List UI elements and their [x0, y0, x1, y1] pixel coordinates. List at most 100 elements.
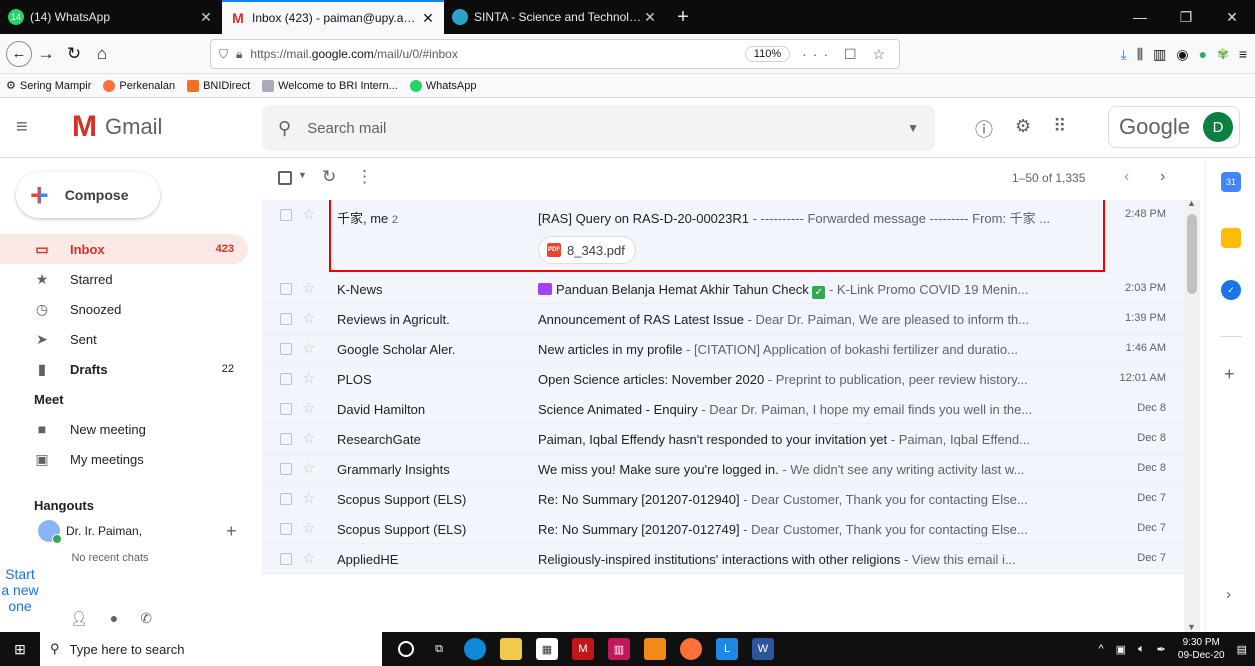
- next-page-icon[interactable]: ›: [1160, 168, 1165, 186]
- taskbar-search[interactable]: ⚲ Type here to search: [40, 632, 382, 666]
- notifications-icon[interactable]: ▤: [1237, 643, 1247, 656]
- menu-icon[interactable]: ≡: [1239, 46, 1247, 62]
- star-icon[interactable]: ☆: [302, 429, 315, 447]
- close-tab-icon[interactable]: ✕: [642, 9, 658, 26]
- person-icon[interactable]: 👤︎: [70, 610, 88, 627]
- sidebar-item-drafts[interactable]: ▮ Drafts 22: [0, 354, 248, 384]
- search-icon[interactable]: ⚲: [278, 118, 291, 139]
- star-icon[interactable]: ☆: [302, 519, 315, 537]
- email-row[interactable]: ☆ 千家, me 2 [RAS] Query on RAS-D-20-00023…: [262, 200, 1184, 274]
- keep-app-icon[interactable]: [1221, 228, 1241, 248]
- add-chat-icon[interactable]: +: [226, 521, 237, 542]
- email-row[interactable]: ☆ Scopus Support (ELS) Re: No Summary [2…: [262, 514, 1184, 544]
- select-all-checkbox[interactable]: [278, 171, 292, 185]
- mcafee-icon[interactable]: M: [572, 638, 594, 660]
- more-options-icon[interactable]: ⋮: [356, 167, 373, 187]
- library-icon[interactable]: ⫼: [1137, 46, 1143, 63]
- page-actions-icons[interactable]: ··· ☐ ☆: [802, 46, 891, 63]
- search-input[interactable]: [307, 119, 908, 137]
- star-icon[interactable]: ☆: [302, 309, 315, 327]
- star-icon[interactable]: ☆: [302, 205, 315, 223]
- restore-icon[interactable]: ❐: [1163, 0, 1209, 34]
- scroll-up-icon[interactable]: ▲: [1187, 198, 1196, 208]
- sidebar-item-inbox[interactable]: ▭ Inbox 423: [0, 234, 248, 264]
- add-addon-icon[interactable]: +: [1224, 364, 1235, 385]
- start-new-chat-link[interactable]: Start a new one: [0, 566, 40, 614]
- bookmark-item[interactable]: WhatsApp: [409, 79, 477, 92]
- extension-icon[interactable]: ✾: [1217, 46, 1229, 63]
- url-bar[interactable]: ⛉ 🔒︎ https://mail.google.com/mail/u/0/#i…: [210, 39, 900, 69]
- sidebar-item-snoozed[interactable]: ◷ Snoozed: [0, 294, 248, 324]
- bookmark-item[interactable]: ⚙ Sering Mampir: [6, 79, 91, 93]
- row-checkbox[interactable]: [280, 343, 292, 355]
- app-icon[interactable]: ▥: [608, 638, 630, 660]
- scrollbar-thumb[interactable]: [1187, 214, 1197, 294]
- select-dropdown-icon[interactable]: ▼: [298, 170, 307, 180]
- close-tab-icon[interactable]: ✕: [420, 10, 436, 27]
- tab-sinta[interactable]: SINTA - Science and Technology ✕: [444, 0, 666, 34]
- chat-bubble-icon[interactable]: ●: [110, 610, 118, 627]
- email-row[interactable]: ☆ AppliedHE Religiously-inspired institu…: [262, 544, 1184, 574]
- zoom-level-badge[interactable]: 110%: [744, 46, 791, 62]
- compose-button[interactable]: + Compose: [16, 172, 160, 218]
- windows-start-icon[interactable]: ⊞: [0, 632, 40, 666]
- row-checkbox[interactable]: [280, 209, 292, 221]
- row-checkbox[interactable]: [280, 493, 292, 505]
- minimize-icon[interactable]: —: [1117, 0, 1163, 34]
- row-checkbox[interactable]: [280, 433, 292, 445]
- task-view-icon[interactable]: ⧉: [428, 638, 450, 660]
- search-options-dropdown-icon[interactable]: ▼: [907, 121, 919, 135]
- star-icon[interactable]: ☆: [302, 339, 315, 357]
- email-row[interactable]: ☆ Google Scholar Aler. New articles in m…: [262, 334, 1184, 364]
- cortana-icon[interactable]: [398, 641, 414, 657]
- row-checkbox[interactable]: [280, 313, 292, 325]
- tasks-app-icon[interactable]: ✓: [1221, 280, 1241, 300]
- email-row[interactable]: ☆ David Hamilton Science Animated - Enqu…: [262, 394, 1184, 424]
- settings-gear-icon[interactable]: ⚙: [1015, 116, 1031, 142]
- home-icon[interactable]: ⌂: [88, 40, 116, 68]
- star-icon[interactable]: ☆: [302, 549, 315, 567]
- volume-icon[interactable]: 🔈︎: [1138, 643, 1145, 656]
- attachment-chip[interactable]: PDF 8_343.pdf: [538, 236, 636, 264]
- email-row[interactable]: ☆ Scopus Support (ELS) Re: No Summary [2…: [262, 484, 1184, 514]
- download-icon[interactable]: ⤓: [1121, 46, 1127, 63]
- bookmark-item[interactable]: Welcome to BRI Intern...: [262, 79, 398, 92]
- back-arrow-icon[interactable]: ←: [6, 40, 32, 67]
- phone-icon[interactable]: ✆: [140, 610, 152, 627]
- new-tab-button[interactable]: +: [666, 0, 700, 34]
- close-tab-icon[interactable]: ✕: [198, 9, 214, 26]
- app-icon[interactable]: [644, 638, 666, 660]
- taskbar-clock[interactable]: 9:30 PM 09-Dec-20: [1178, 636, 1225, 662]
- bookmark-item[interactable]: BNIDirect: [187, 79, 250, 92]
- url-text[interactable]: https://mail.google.com/mail/u/0/#inbox: [250, 47, 744, 61]
- sidebar-item-starred[interactable]: ★ Starred: [0, 264, 248, 294]
- reload-icon[interactable]: ↻: [60, 40, 88, 68]
- avatar[interactable]: D: [1203, 112, 1233, 142]
- hangouts-user[interactable]: Dr. Ir. Paiman, +: [0, 518, 256, 544]
- star-icon[interactable]: ☆: [302, 369, 315, 387]
- row-checkbox[interactable]: [280, 403, 292, 415]
- bookmark-item[interactable]: Perkenalan: [103, 79, 175, 92]
- tab-whatsapp[interactable]: 14 (14) WhatsApp ✕: [0, 0, 222, 34]
- firefox-icon[interactable]: [680, 638, 702, 660]
- edge-icon[interactable]: [464, 638, 486, 660]
- sidebar-item-my-meetings[interactable]: ▣ My meetings: [0, 444, 248, 474]
- close-window-icon[interactable]: ✕: [1209, 0, 1255, 34]
- star-icon[interactable]: ☆: [302, 459, 315, 477]
- shield-icon[interactable]: ⛉: [219, 47, 228, 62]
- row-checkbox[interactable]: [280, 463, 292, 475]
- row-checkbox[interactable]: [280, 283, 292, 295]
- app-icon[interactable]: L: [716, 638, 738, 660]
- email-list-scrollbar[interactable]: ▲ ▼: [1184, 198, 1200, 632]
- apps-grid-icon[interactable]: ⠿: [1053, 116, 1066, 142]
- account-icon[interactable]: ◉: [1176, 46, 1188, 63]
- google-account-button[interactable]: Google D: [1108, 106, 1240, 148]
- word-icon[interactable]: W: [752, 638, 774, 660]
- refresh-icon[interactable]: ↻: [322, 167, 336, 187]
- expand-panel-icon[interactable]: ›: [1226, 586, 1231, 603]
- star-icon[interactable]: ☆: [302, 489, 315, 507]
- store-icon[interactable]: ▦: [536, 638, 558, 660]
- lock-icon[interactable]: 🔒︎: [236, 47, 242, 62]
- previous-page-icon[interactable]: ‹: [1124, 168, 1129, 186]
- sidebar-item-sent[interactable]: ➤ Sent: [0, 324, 248, 354]
